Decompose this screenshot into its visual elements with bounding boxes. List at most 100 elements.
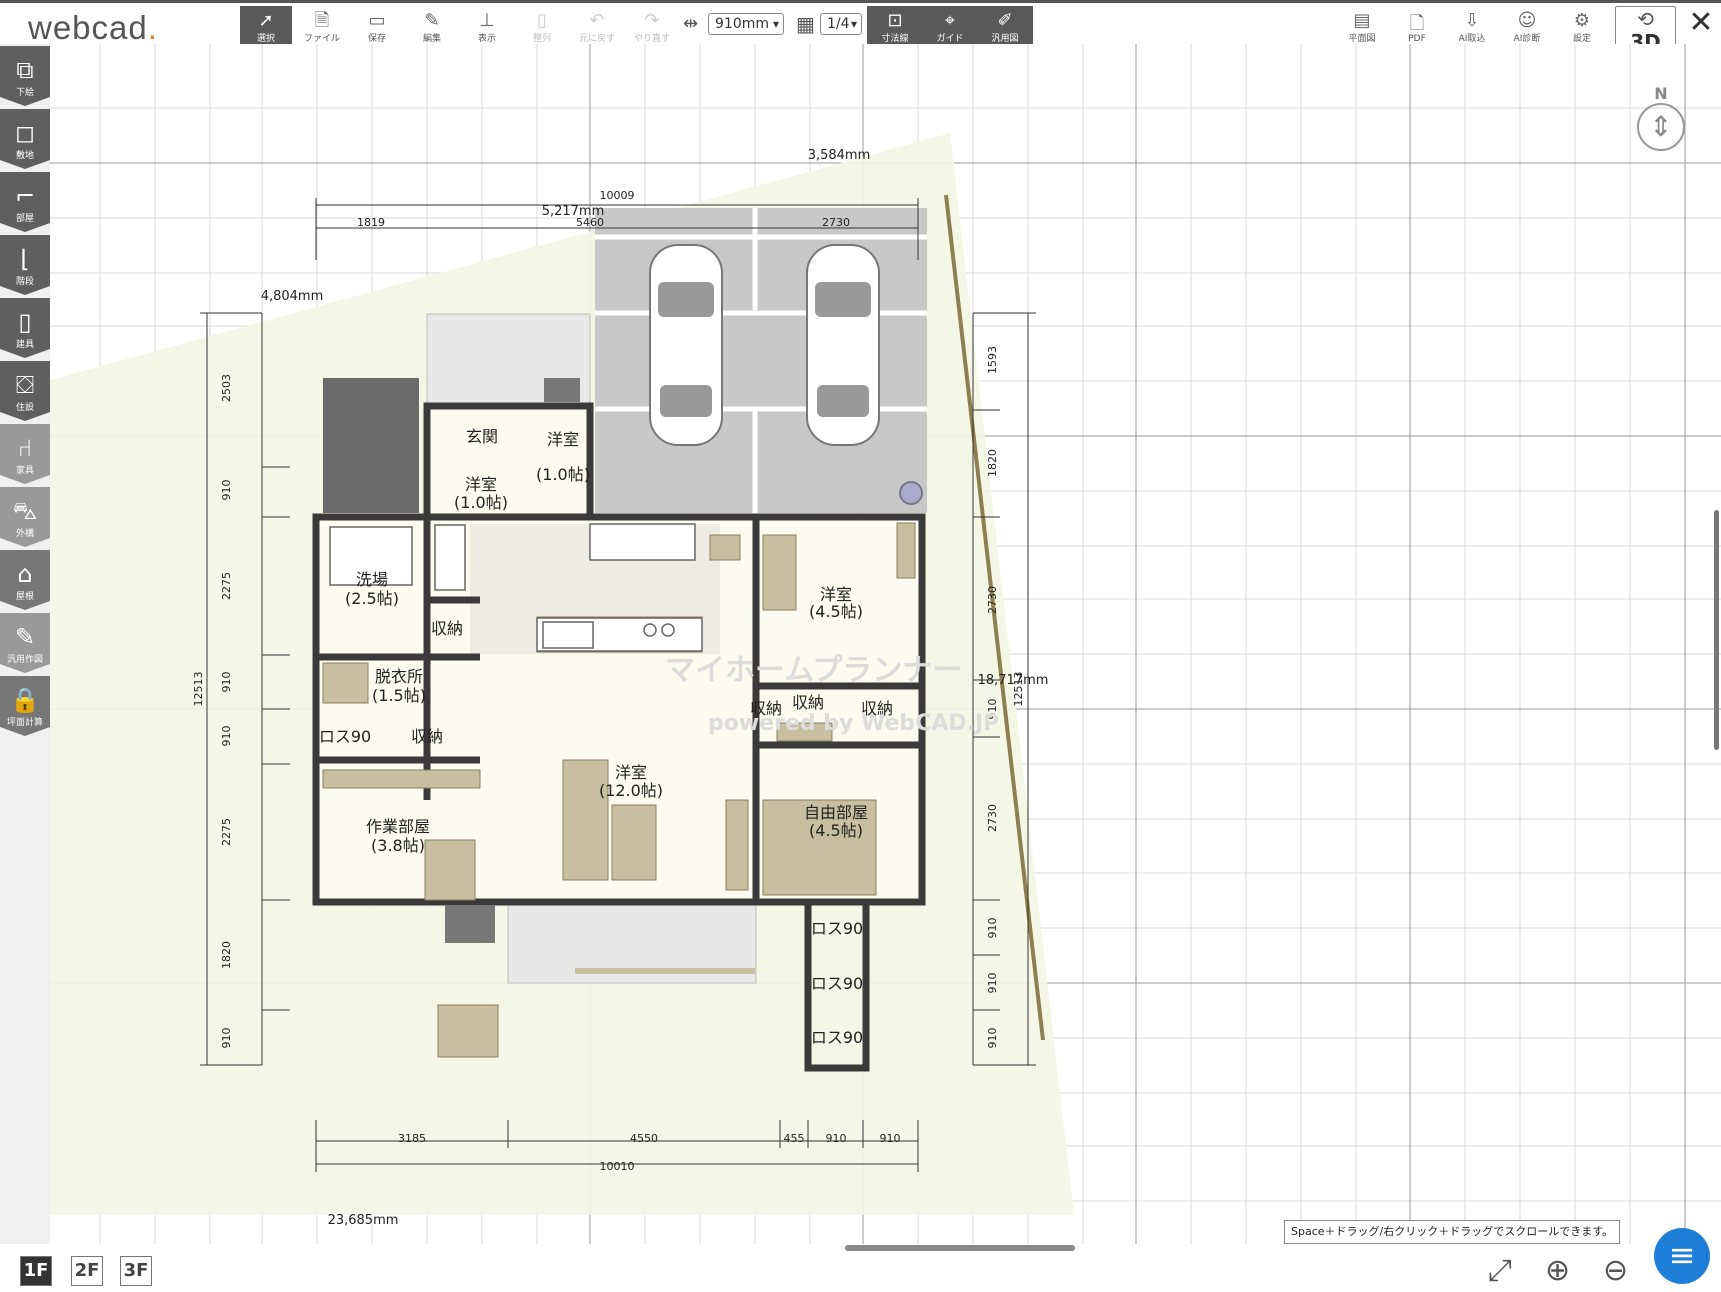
view-button[interactable]: ⊥ 表示 [461, 6, 513, 45]
redo-button[interactable]: ↷ やり直す [626, 6, 678, 45]
sidebar-item-site[interactable]: ◻ 敷地 [0, 109, 50, 169]
svg-text:3185: 3185 [398, 1132, 426, 1145]
svg-text:4,804mm: 4,804mm [261, 289, 324, 304]
entrance-floor [427, 406, 590, 517]
svg-text:910: 910 [880, 1132, 901, 1145]
svg-text:18,717mm: 18,717mm [978, 673, 1049, 688]
ai-import-button[interactable]: ⇩ AI取込 [1446, 6, 1498, 45]
menu-button[interactable]: ≡ [1654, 1228, 1710, 1284]
svg-text:収納: 収納 [861, 699, 893, 718]
settings-icon: ⚙ [1573, 10, 1591, 31]
svg-text:5,217mm: 5,217mm [542, 204, 605, 219]
edit-icon: ✎ [424, 10, 440, 31]
svg-text:収納: 収納 [750, 699, 782, 718]
ruler-icon: ⊥ [479, 10, 495, 31]
vertical-scrollbar[interactable] [1714, 510, 1719, 750]
rear-step [445, 905, 495, 943]
scroll-hint: Space＋ドラッグ/右クリック＋ドラッグでスクロールできます。 [1284, 1220, 1621, 1244]
svg-text:4550: 4550 [630, 1132, 658, 1145]
rotate-icon: ⟲ [1637, 7, 1654, 31]
ai-diagnosis-button[interactable]: ☺ AI診断 [1501, 6, 1553, 45]
svg-text:洋室: 洋室 [615, 763, 647, 782]
compass[interactable]: N ⇕ [1636, 84, 1686, 154]
svg-text:洋室: 洋室 [547, 430, 579, 449]
svg-text:2503: 2503 [220, 374, 233, 402]
lock-house-icon: ⌂ [17, 559, 33, 588]
save-button[interactable]: ▭ 保存 [351, 6, 403, 45]
undo-button[interactable]: ↶ 元に戻す [571, 6, 623, 45]
fit-screen-icon[interactable]: ⤢ [1488, 1253, 1512, 1288]
select-tool-button[interactable]: ➚ 選択 [240, 6, 292, 44]
bathtub-icon: ⛋ [15, 370, 35, 399]
svg-text:910: 910 [986, 973, 999, 994]
garden-bench [575, 968, 755, 974]
sidebar-item-roof[interactable]: ⌂ 屋根 [0, 550, 50, 610]
car-1[interactable] [649, 244, 723, 446]
pdf-icon: 🗋 [1409, 13, 1425, 34]
zoom-in-icon[interactable]: ⊕ [1545, 1253, 1570, 1288]
svg-text:脱衣所: 脱衣所 [375, 667, 423, 686]
sidebar-item-exterior[interactable]: ⛍ 外構 [0, 487, 50, 547]
car-2[interactable] [806, 244, 880, 446]
guide-tool-button[interactable]: ⌖ ガイド [922, 6, 978, 44]
svg-text:(1.0帖): (1.0帖) [536, 465, 590, 484]
close-icon[interactable]: ✕ [1686, 8, 1716, 38]
chair-icon: ⑁ [17, 433, 33, 462]
outdoor-unit [323, 378, 419, 513]
svg-text:910: 910 [220, 726, 233, 747]
zoom-out-icon[interactable]: ⊖ [1603, 1253, 1628, 1288]
sidebar-item-door[interactable]: ▯ 建具 [0, 298, 50, 358]
tab-floor-1[interactable]: 1F [20, 1256, 52, 1286]
tab-floor-2[interactable]: 2F [71, 1256, 103, 1286]
edit-button[interactable]: ✎ 編集 [406, 6, 458, 45]
svg-text:(3.8帖): (3.8帖) [371, 836, 425, 855]
svg-text:2275: 2275 [220, 818, 233, 846]
horizontal-scrollbar[interactable] [845, 1245, 1075, 1251]
general-drawing-button[interactable]: ✐ 汎用図 [977, 6, 1033, 44]
align-button[interactable]: ▯ 整列 [516, 6, 568, 45]
svg-text:ロス90: ロス90 [811, 1028, 863, 1047]
svg-text:1820: 1820 [986, 449, 999, 477]
pdf-button[interactable]: 🗋 PDF [1391, 6, 1443, 45]
grid-size-select[interactable]: 910mm [708, 13, 784, 35]
car-icon: ⛍ [12, 496, 38, 525]
settings-button[interactable]: ⚙ 設定 [1556, 6, 1608, 45]
grid-fraction-select[interactable]: 1/4 [820, 13, 862, 35]
sidebar-item-general-draw[interactable]: ✎ 汎用作図 [0, 613, 50, 673]
svg-text:収納: 収納 [431, 619, 463, 638]
site-icon: ◻ [15, 118, 35, 147]
stairs-icon: ⌊ [20, 244, 30, 273]
sidebar-item-furniture[interactable]: ⑁ 家具 [0, 424, 50, 484]
sidebar-item-room[interactable]: ⌐ 部屋 [0, 172, 50, 232]
door-icon: ▯ [18, 307, 32, 336]
file-icon: 🗎 [314, 10, 330, 31]
svg-text:(12.0帖): (12.0帖) [599, 781, 663, 800]
top-toolbar: webcad. ➚ 選択 🗎 ファイル ▭ 保存 ✎ 編集 ⊥ 表示 ▯ 整列 ↶ 元に戻す … [0, 0, 1721, 46]
svg-text:1593: 1593 [986, 346, 999, 374]
sidebar-item-equipment[interactable]: ⛋ 住設 [0, 361, 50, 421]
undo-icon: ↶ [589, 10, 605, 31]
svg-text:ロス90: ロス90 [811, 974, 863, 993]
svg-text:2730: 2730 [822, 216, 850, 229]
file-button[interactable]: 🗎 ファイル [296, 6, 348, 45]
left-sidebar: ⧉ 下絵 ◻ 敷地 ⌐ 部屋 ⌊ 階段 ▯ 建具 ⛋ 住設 ⑁ 家具 ⛍ 外構 ⌂ 屋根 ✎ 汎用作… [0, 44, 50, 1244]
floorplan-button[interactable]: ▤ 平面図 [1336, 6, 1388, 45]
drawing-canvas[interactable]: 10009 1819 5460 2730 10010 3185 4550 455… [50, 44, 1721, 1244]
svg-text:作業部屋: 作業部屋 [366, 817, 430, 836]
cursor-icon: ➚ [258, 10, 274, 31]
svg-text:10010: 10010 [600, 1160, 635, 1173]
tab-floor-3[interactable]: 3F [120, 1256, 152, 1286]
sidebar-item-underlay[interactable]: ⧉ 下絵 [0, 46, 50, 106]
abc-draw-icon: ✎ [14, 622, 36, 651]
svg-text:洗場: 洗場 [356, 570, 388, 589]
sidebar-item-area-calc[interactable]: 🔒 坪面計算 [0, 676, 50, 736]
sidebar-item-stairs[interactable]: ⌊ 階段 [0, 235, 50, 295]
svg-text:2730: 2730 [986, 586, 999, 614]
compass-needle-icon: ⇕ [1637, 103, 1685, 151]
svg-text:玄関: 玄関 [466, 427, 498, 446]
svg-text:3,584mm: 3,584mm [808, 148, 871, 163]
svg-text:23,685mm: 23,685mm [328, 1213, 399, 1228]
ai-diagnosis-icon: ☺ [1517, 10, 1537, 31]
svg-text:910: 910 [220, 1028, 233, 1049]
dimension-tool-button[interactable]: ⊡ 寸法線 [867, 6, 923, 44]
